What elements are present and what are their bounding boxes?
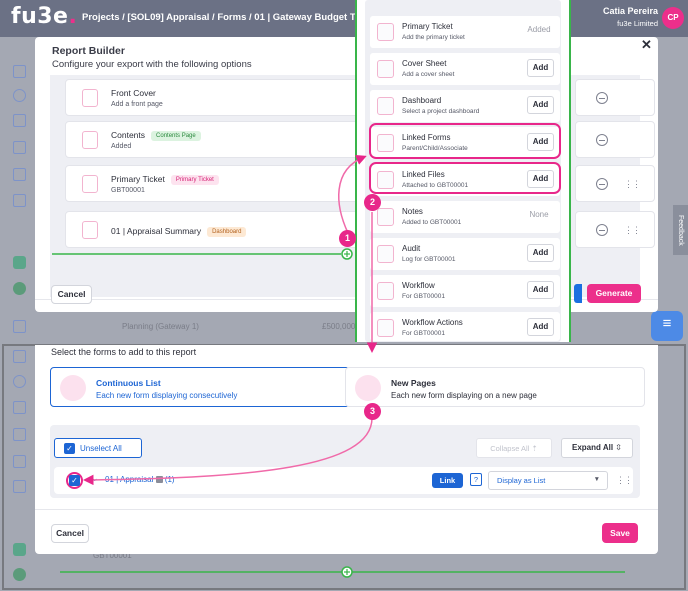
step-badge-2: 2 bbox=[364, 194, 381, 211]
step-badge-1: 1 bbox=[339, 230, 356, 247]
annotation-arrows bbox=[83, 154, 378, 486]
arrow-3 bbox=[83, 417, 373, 486]
arrow-1 bbox=[338, 154, 367, 234]
step-badge-3: 3 bbox=[364, 403, 381, 420]
